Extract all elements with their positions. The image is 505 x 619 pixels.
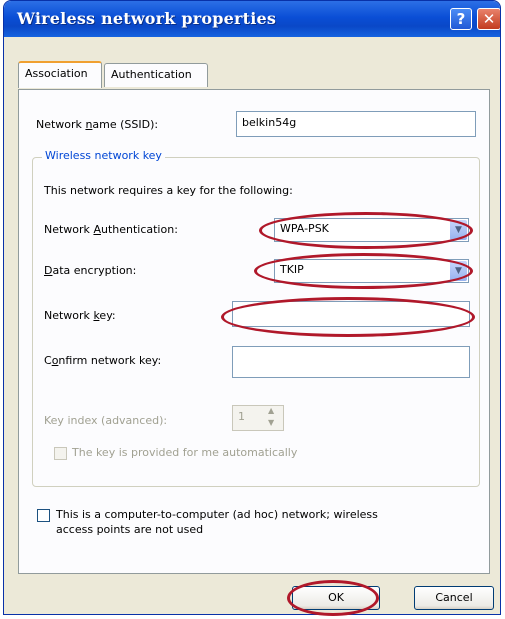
key-index-label: Key index (advanced): <box>44 414 168 427</box>
confirm-network-key-input[interactable] <box>232 346 470 378</box>
encryption-label: Data encryption: <box>44 264 137 277</box>
chevron-down-icon[interactable]: ▼ <box>450 261 467 281</box>
ssid-input[interactable]: belkin54g <box>236 111 476 137</box>
ssid-label: Network name (SSID): <box>36 118 159 131</box>
tab-association[interactable]: Association <box>18 61 102 88</box>
adhoc-label-line2: access points are not used <box>56 523 204 536</box>
data-encryption-value: TKIP <box>280 263 304 276</box>
ok-button[interactable]: OK <box>292 586 380 610</box>
network-authentication-value: WPA-PSK <box>280 222 329 235</box>
close-icon[interactable]: ✕ <box>477 8 500 30</box>
chevron-down-icon[interactable]: ▼ <box>450 220 467 240</box>
auto-key-checkbox[interactable] <box>54 447 67 460</box>
adhoc-label-line1: This is a computer-to-computer (ad hoc) … <box>56 508 378 521</box>
network-key-label: Network key: <box>44 309 116 322</box>
tab-authentication[interactable]: Authentication <box>104 63 208 87</box>
confirm-key-label: Confirm network key: <box>44 354 162 367</box>
wireless-network-properties-dialog: Wireless network properties ? ✕ Associat… <box>3 0 501 615</box>
spin-up-icon[interactable]: ▲ <box>268 406 274 415</box>
help-icon[interactable]: ? <box>450 8 472 30</box>
spin-down-icon[interactable]: ▼ <box>268 418 274 427</box>
adhoc-checkbox[interactable] <box>37 509 50 522</box>
auth-label: Network Authentication: <box>44 223 178 236</box>
cancel-button[interactable]: Cancel <box>414 586 494 610</box>
data-encryption-select[interactable]: TKIP ▼ <box>274 259 469 283</box>
key-index-spinner[interactable]: 1 <box>232 405 284 431</box>
network-authentication-select[interactable]: WPA-PSK ▼ <box>274 218 469 242</box>
window-title: Wireless network properties <box>17 9 277 28</box>
network-key-input[interactable] <box>232 301 470 327</box>
auto-key-label: The key is provided for me automatically <box>72 446 298 459</box>
title-bar[interactable]: Wireless network properties ? ✕ <box>4 1 500 37</box>
wireless-key-group-label: Wireless network key <box>42 149 165 162</box>
key-required-text: This network requires a key for the foll… <box>44 184 293 197</box>
key-index-value: 1 <box>238 410 245 423</box>
